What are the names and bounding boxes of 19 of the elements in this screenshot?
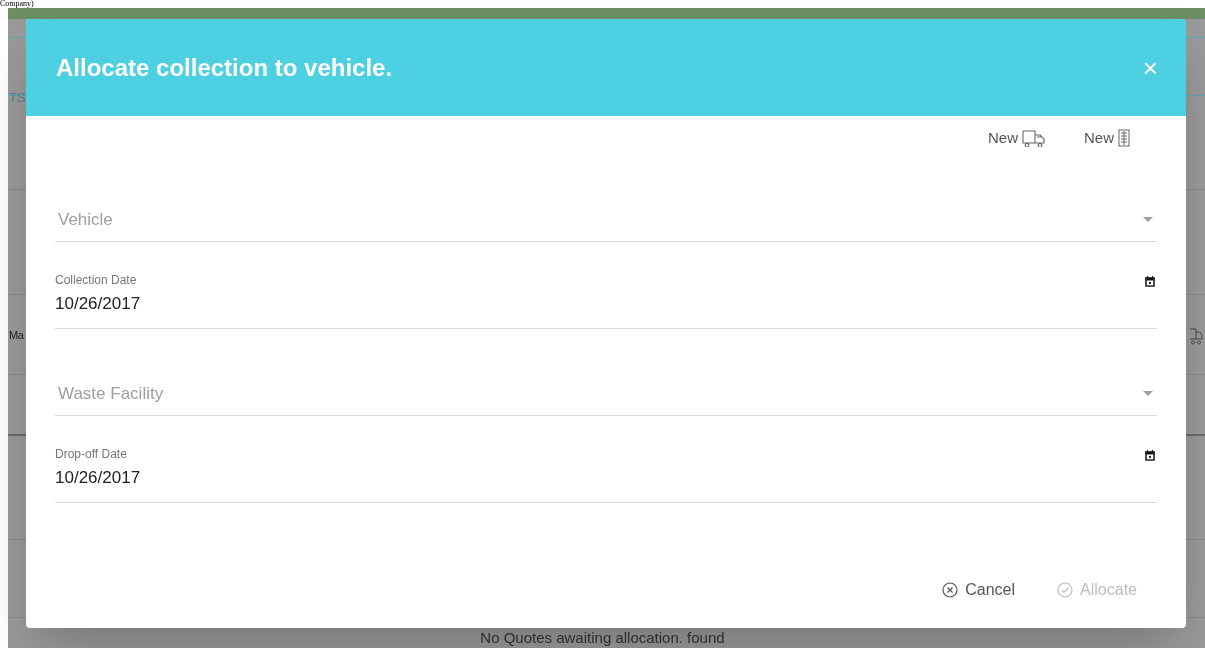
cancel-button[interactable]: Cancel	[942, 578, 1016, 602]
building-icon	[1118, 129, 1130, 147]
new-vehicle-button[interactable]: New	[987, 126, 1046, 150]
dropdown-caret-icon	[1143, 217, 1153, 222]
truck-icon	[1190, 327, 1203, 345]
date-field[interactable]: Collection Date 10/26/2017	[55, 271, 1157, 329]
calendar-icon	[1145, 450, 1155, 461]
date-field[interactable]: Drop-off Date 10/26/2017	[55, 445, 1157, 503]
page-heading: Company)	[0, 0, 34, 8]
dialog-title: Allocate collection to vehicle.	[56, 52, 393, 83]
tab-label: TS	[9, 89, 26, 107]
check-icon	[1057, 582, 1074, 598]
new-facility-button[interactable]: New	[1084, 126, 1130, 150]
cancel-icon	[942, 582, 959, 598]
truck-icon	[1022, 129, 1046, 147]
calendar-icon	[1145, 276, 1155, 287]
dropdown-caret-icon	[1143, 391, 1153, 396]
empty-message: No Quotes awaiting allocation. found	[479, 629, 726, 647]
row-label: Ma	[9, 329, 24, 342]
